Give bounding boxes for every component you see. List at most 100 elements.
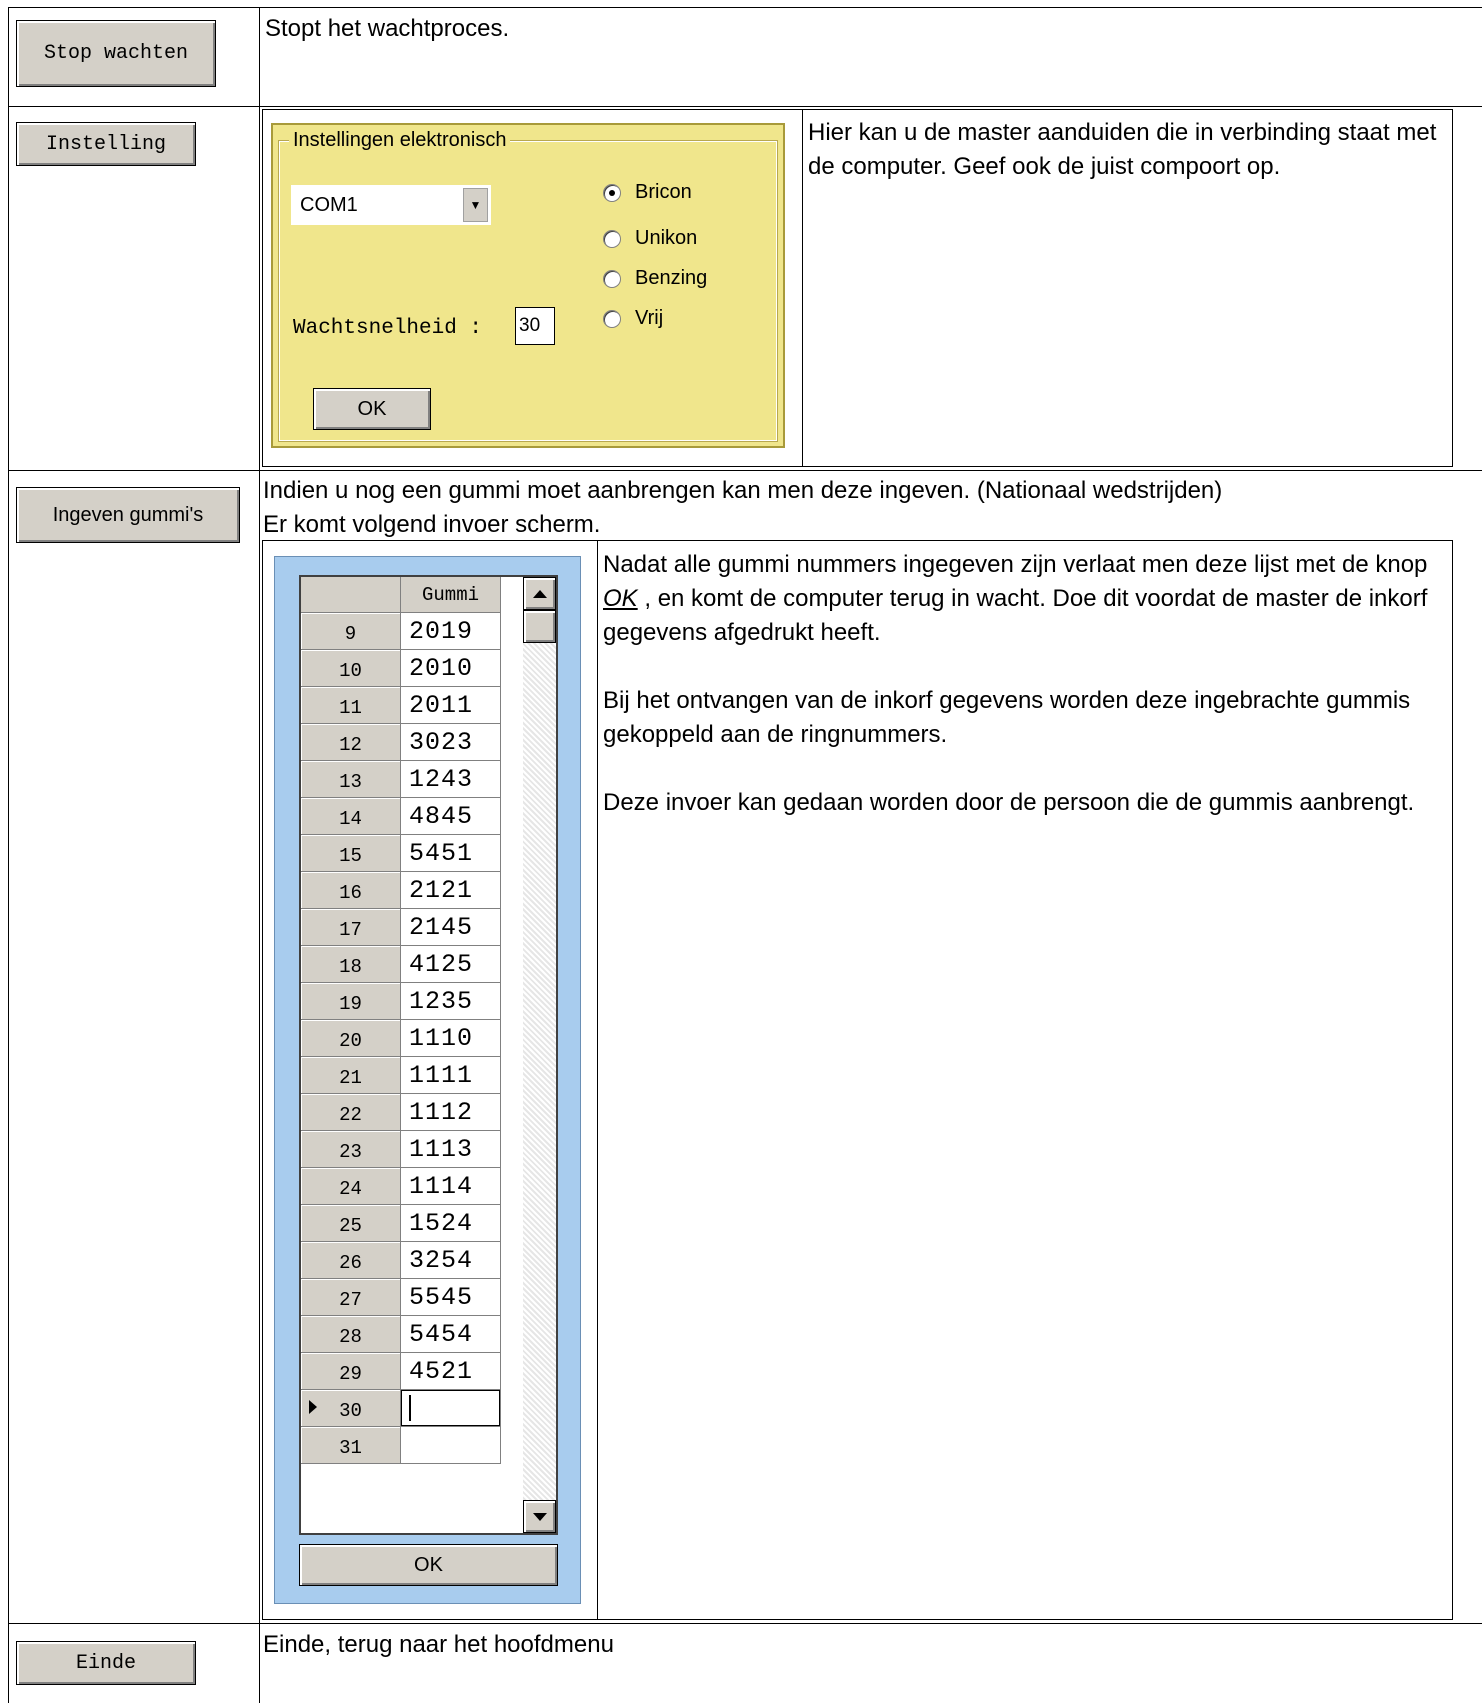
settings-ok-button[interactable]: OK <box>313 388 431 430</box>
table-row[interactable]: 19 1235 <box>301 983 501 1020</box>
text-caret <box>409 1395 411 1421</box>
gummi-cell[interactable]: 4125 <box>401 946 501 983</box>
gummi-cell[interactable]: 2121 <box>401 872 501 909</box>
gummi-cell[interactable]: 1113 <box>401 1131 501 1168</box>
gummi-cell[interactable]: 1524 <box>401 1205 501 1242</box>
table-row[interactable]: 31 <box>301 1427 501 1464</box>
gummi-cell[interactable]: 1114 <box>401 1168 501 1205</box>
radio-bricon[interactable]: Bricon <box>603 181 692 204</box>
table-row[interactable]: 16 2121 <box>301 872 501 909</box>
row-number-label: 20 <box>339 1030 362 1052</box>
table-row[interactable]: 28 5454 <box>301 1316 501 1353</box>
table-row[interactable]: 11 2011 <box>301 687 501 724</box>
table-row[interactable]: 12 3023 <box>301 724 501 761</box>
row-number: 11 <box>301 687 401 724</box>
gummi-cell[interactable]: 1243 <box>401 761 501 798</box>
radio-benzing[interactable]: Benzing <box>603 267 707 290</box>
row-number: 24 <box>301 1168 401 1205</box>
gummi-value: 2019 <box>409 616 474 646</box>
gummi-cell[interactable]: 2145 <box>401 909 501 946</box>
instelling-button[interactable]: Instelling <box>16 122 196 166</box>
row-number: 12 <box>301 724 401 761</box>
ingeven-gummis-button[interactable]: Ingeven gummi's <box>16 487 240 543</box>
table-row[interactable]: 26 3254 <box>301 1242 501 1279</box>
row-number-label: 15 <box>339 845 362 867</box>
row-number-label: 21 <box>339 1067 362 1089</box>
table-row[interactable]: 15 5451 <box>301 835 501 872</box>
row-number: 25 <box>301 1205 401 1242</box>
gummi-cell[interactable]: 5451 <box>401 835 501 872</box>
gummi-cell[interactable] <box>401 1427 501 1464</box>
current-row-pointer-icon <box>309 1400 317 1414</box>
row-divider <box>8 470 1482 471</box>
row-number: 22 <box>301 1094 401 1131</box>
table-row[interactable]: 9 2019 <box>301 613 501 650</box>
scroll-down-button[interactable] <box>523 1500 556 1533</box>
column-divider <box>259 7 260 1703</box>
scroll-thumb[interactable] <box>523 610 556 643</box>
gummi-cell[interactable]: 1112 <box>401 1094 501 1131</box>
row-number: 19 <box>301 983 401 1020</box>
port-combobox[interactable]: COM1 <box>291 185 491 225</box>
gummi-value: 5451 <box>409 838 474 868</box>
table-row[interactable]: 22 1112 <box>301 1094 501 1131</box>
table-row[interactable]: 27 5545 <box>301 1279 501 1316</box>
radio-unikon[interactable]: Unikon <box>603 227 697 250</box>
row-number: 20 <box>301 1020 401 1057</box>
gummi-cell[interactable]: 5545 <box>401 1279 501 1316</box>
table-row[interactable]: 18 4125 <box>301 946 501 983</box>
table-row[interactable]: 29 4521 <box>301 1353 501 1390</box>
gummi-cell[interactable]: 2010 <box>401 650 501 687</box>
table-row[interactable]: 17 2145 <box>301 909 501 946</box>
radio-label-bricon: Bricon <box>635 181 692 203</box>
table-row[interactable]: 25 1524 <box>301 1205 501 1242</box>
nested-table-bottom <box>262 466 1453 467</box>
row-number-label: 23 <box>339 1141 362 1163</box>
vertical-scrollbar[interactable] <box>523 577 556 1533</box>
row-number: 27 <box>301 1279 401 1316</box>
stop-description: Stopt het wachtproces. <box>265 15 510 42</box>
gummi-intro-line2: Er komt volgend invoer scherm. <box>263 511 601 538</box>
gummi-cell[interactable]: 1111 <box>401 1057 501 1094</box>
row-number: 28 <box>301 1316 401 1353</box>
row-number: 21 <box>301 1057 401 1094</box>
wachtsnelheid-input[interactable]: 30 <box>515 307 555 345</box>
gummi-cell[interactable]: 1110 <box>401 1020 501 1057</box>
ok-link[interactable]: OK <box>603 585 638 612</box>
gummi-ok-button[interactable]: OK <box>299 1544 558 1586</box>
gummi-cell[interactable] <box>401 1390 501 1427</box>
gummi-cell[interactable]: 2011 <box>401 687 501 724</box>
gummi-cell[interactable]: 4845 <box>401 798 501 835</box>
radio-vrij[interactable]: Vrij <box>603 307 663 330</box>
grid-header: Gummi <box>301 577 501 613</box>
arrow-up-icon <box>532 589 547 598</box>
gummi-value: 5454 <box>409 1319 474 1349</box>
table-row[interactable]: 14 4845 <box>301 798 501 835</box>
gummi-cell[interactable]: 5454 <box>401 1316 501 1353</box>
settings-dialog: Instellingen elektronisch COM1 ▼ Bricon … <box>271 123 785 448</box>
gummi-grid[interactable]: Gummi 9 2019 10 2010 11 2011 12 3023 13 1243 14 484… <box>299 575 558 1535</box>
stop-wachten-button[interactable]: Stop wachten <box>16 20 216 87</box>
row-number: 14 <box>301 798 401 835</box>
table-row[interactable]: 21 1111 <box>301 1057 501 1094</box>
einde-button[interactable]: Einde <box>16 1641 196 1685</box>
gummi-cell[interactable]: 4521 <box>401 1353 501 1390</box>
table-row[interactable]: 24 1114 <box>301 1168 501 1205</box>
gummi-cell[interactable]: 3023 <box>401 724 501 761</box>
table-row[interactable]: 23 1113 <box>301 1131 501 1168</box>
gummi-value: 1524 <box>409 1208 474 1238</box>
gummi-cell[interactable]: 1235 <box>401 983 501 1020</box>
table-row[interactable]: 10 2010 <box>301 650 501 687</box>
chevron-down-icon[interactable]: ▼ <box>463 188 488 222</box>
gummi-value: 3023 <box>409 727 474 757</box>
scroll-up-button[interactable] <box>523 577 556 610</box>
gummi-intro: Indien u nog een gummi moet aanbrengen k… <box>263 474 1473 542</box>
table-row[interactable]: 13 1243 <box>301 761 501 798</box>
row-number-label: 24 <box>339 1178 362 1200</box>
gummi-cell[interactable]: 3254 <box>401 1242 501 1279</box>
gummi-cell[interactable]: 2019 <box>401 613 501 650</box>
table-row[interactable]: 20 1110 <box>301 1020 501 1057</box>
gummi-value: 2121 <box>409 875 474 905</box>
nested-table-left <box>262 540 263 1620</box>
table-row[interactable]: 30 <box>301 1390 501 1427</box>
